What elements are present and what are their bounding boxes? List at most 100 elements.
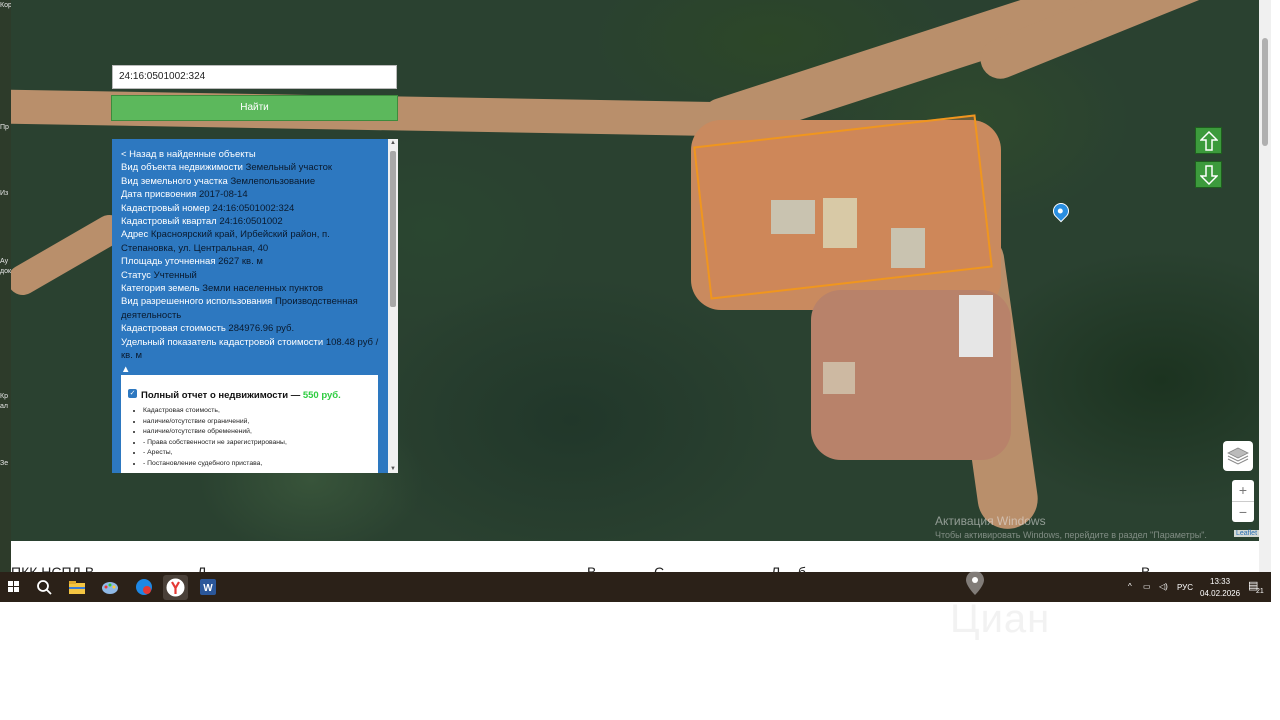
windows-activation-subtitle: Чтобы активировать Windows, перейдите в … (935, 530, 1207, 540)
page-text: Д (197, 564, 207, 572)
info-value: Земли населенных пунктов (202, 283, 324, 295)
map-building (823, 198, 857, 248)
scroll-down-button[interactable] (1195, 161, 1222, 188)
info-row: Удельный показатель кадастровой стоимост… (121, 336, 383, 363)
map-attribution-link[interactable]: Leaflet (1234, 530, 1260, 537)
info-row: Категория земель Земли населенных пункто… (121, 282, 383, 295)
report-item: - Постановление судебного пристава, (143, 459, 287, 470)
full-report-offer[interactable]: ✓ Полный отчет о недвижимости — 550 руб.… (121, 375, 378, 473)
search-icon[interactable] (34, 577, 54, 597)
word-app-icon[interactable]: W (198, 577, 218, 597)
report-item: наличие/отсутствие обременений, (143, 427, 287, 438)
info-row: Кадастровый номер 24:16:0501002:324 (121, 202, 383, 215)
map-building (823, 362, 855, 394)
page-scroll-thumb[interactable] (1262, 38, 1268, 146)
info-label: Дата присвоения (121, 189, 197, 201)
report-items-list: Кадастровая стоимость, наличие/отсутстви… (133, 406, 287, 469)
object-info-content: < Назад в найденные объекты Вид объекта … (121, 148, 383, 376)
page-scrollbar[interactable] (1259, 0, 1271, 572)
zoom-control: + − (1232, 480, 1254, 522)
report-item: наличие/отсутствие ограничений, (143, 417, 287, 428)
page-below-map: ПКК НСПД В Д В С Л б В (11, 541, 1259, 572)
svg-text:W: W (203, 583, 213, 594)
layers-button[interactable] (1223, 441, 1253, 471)
page-text: В (1141, 564, 1151, 572)
info-row: Вид объекта недвижимости Земельный участ… (121, 161, 383, 174)
info-row: Вид разрешенного использования Производс… (121, 295, 383, 322)
info-value: Учтенный (153, 269, 197, 281)
info-value: Земельный участок (245, 162, 333, 174)
info-value: 24:16:0501002:324 (212, 202, 295, 214)
map-building (891, 228, 925, 268)
info-row: Кадастровая стоимость 284976.96 руб. (121, 322, 383, 335)
info-row: Вид земельного участка Землепользование (121, 175, 383, 188)
info-label: Адрес (121, 229, 149, 241)
map-building (771, 200, 815, 234)
volume-icon[interactable]: ◁) (1159, 582, 1168, 591)
info-value: 2017-08-14 (199, 189, 248, 201)
layers-icon (1227, 447, 1249, 465)
info-row: Кадастровый квартал 24:16:0501002 (121, 215, 383, 228)
report-price: 550 руб. (302, 390, 341, 401)
map-building (959, 295, 993, 357)
info-row: Адрес Красноярский край, Ирбейский район… (121, 228, 383, 255)
location-marker-icon[interactable] (1049, 199, 1073, 223)
find-button[interactable]: Найти (111, 95, 398, 121)
info-value: 284976.96 руб. (228, 323, 295, 335)
scroll-down-arrow-icon[interactable]: ▼ (388, 466, 398, 472)
info-label: Кадастровый номер (121, 202, 210, 214)
cadastral-search-input[interactable]: 24:16:0501002:324 (112, 65, 397, 89)
network-icon[interactable]: ▭ (1143, 582, 1151, 591)
language-indicator[interactable]: РУС (1177, 583, 1193, 592)
browser-app-icon[interactable] (134, 577, 154, 597)
info-label: Вид земельного участка (121, 175, 228, 187)
info-label: Статус (121, 269, 152, 281)
tray-chevron-icon[interactable]: ^ (1128, 582, 1132, 591)
info-row: Дата присвоения 2017-08-14 (121, 188, 383, 201)
info-label: Категория земель (121, 283, 200, 295)
panel-scrollbar[interactable]: ▲ ▼ (388, 139, 398, 473)
info-value: 24:16:0501002 (219, 216, 283, 228)
windows-taskbar: W ^ ▭ ◁) РУС 13:33 04.02.2026 ▤ 21 (0, 572, 1271, 602)
page-text: С (654, 564, 665, 572)
yandex-browser-icon[interactable] (163, 575, 188, 600)
info-value: Красноярский край, Ирбейский район, п. С… (121, 229, 330, 254)
report-item: - Права собственности не зарегистрирован… (143, 438, 287, 449)
page-text: В (587, 564, 597, 572)
report-item: - Аресты, (143, 448, 287, 459)
clock-date[interactable]: 04.02.2026 (1200, 589, 1240, 598)
report-title-text: Полный отчет о недвижимости — (141, 390, 301, 401)
file-explorer-icon[interactable] (67, 577, 87, 597)
info-value: 2627 кв. м (218, 256, 263, 268)
info-label: Удельный показатель кадастровой стоимост… (121, 336, 324, 348)
info-value: Землепользование (230, 175, 316, 187)
map-pin-icon (964, 570, 986, 596)
windows-activation-title: Активация Windows (935, 514, 1046, 528)
paint-app-icon[interactable] (100, 577, 120, 597)
info-label: Вид разрешенного использования (121, 296, 273, 308)
panel-scroll-thumb[interactable] (390, 151, 396, 307)
info-label: Вид объекта недвижимости (121, 162, 243, 174)
info-row: Статус Учтенный (121, 269, 383, 282)
zoom-in-button[interactable]: + (1232, 480, 1254, 502)
page-text: ПКК НСПД В (11, 564, 95, 572)
report-title: Полный отчет о недвижимости — 550 руб. (141, 390, 341, 401)
page-text: Л (771, 564, 781, 572)
notification-count: 21 (1256, 588, 1264, 595)
page-text: б (798, 564, 807, 572)
zoom-out-button[interactable]: − (1232, 502, 1254, 523)
clock-time[interactable]: 13:33 (1210, 577, 1230, 586)
cian-logo: Циан (950, 597, 1051, 641)
report-checkbox[interactable]: ✓ (128, 389, 137, 398)
scroll-up-arrow-icon[interactable]: ▲ (388, 140, 398, 146)
info-row: Площадь уточненная 2627 кв. м (121, 255, 383, 268)
info-label: Кадастровый квартал (121, 216, 217, 228)
report-item: Кадастровая стоимость, (143, 406, 287, 417)
collapse-toggle[interactable]: ▲ (121, 363, 383, 376)
info-label: Площадь уточненная (121, 256, 216, 268)
back-to-results-link[interactable]: < Назад в найденные объекты (121, 148, 383, 161)
start-windows-icon[interactable] (4, 577, 24, 597)
object-info-panel: < Назад в найденные объекты Вид объекта … (112, 139, 398, 473)
info-label: Кадастровая стоимость (121, 323, 226, 335)
scroll-up-button[interactable] (1195, 127, 1222, 154)
